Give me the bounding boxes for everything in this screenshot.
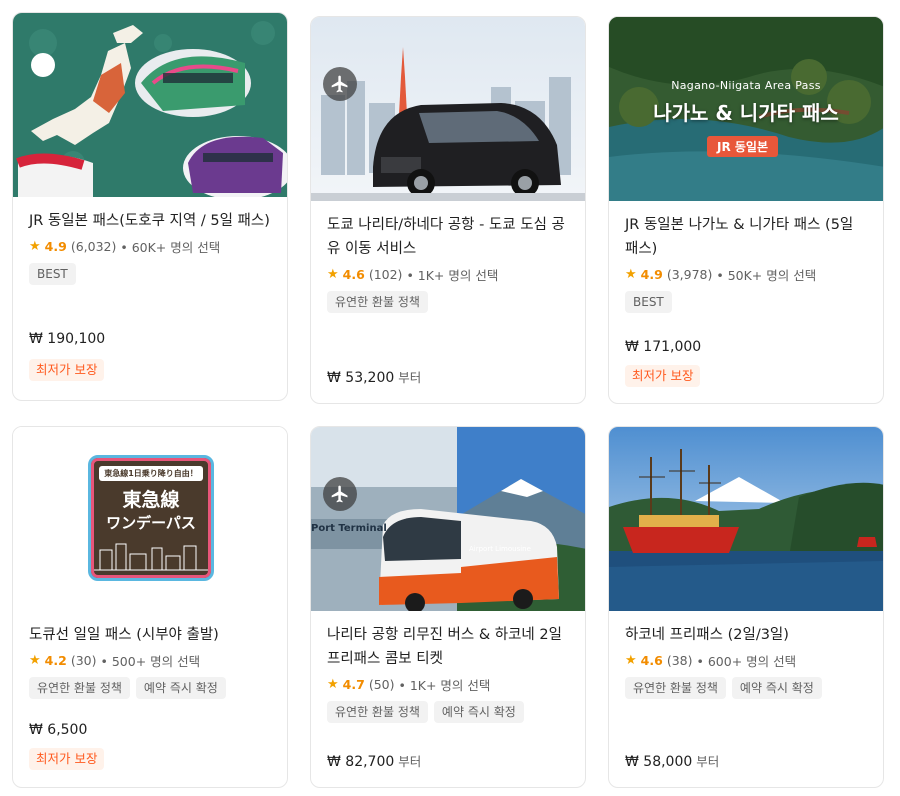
rating-score: 4.2 — [44, 653, 67, 668]
card-title[interactable]: JR 동일본 패스(도호쿠 지역 / 5일 패스) — [29, 209, 271, 233]
review-count: (38) — [666, 653, 693, 668]
card-image — [311, 17, 585, 201]
card-title[interactable]: 하코네 프리패스 (2일/3일) — [625, 623, 867, 647]
product-card-nagano-niigata-pass[interactable]: Nagano-Niigata Area Pass 나가노 & 니가타 패스 JR… — [608, 16, 884, 404]
bus-livery-text: Airport Limousine — [469, 545, 531, 553]
tag-list: BEST — [625, 291, 867, 313]
star-icon: ★ — [327, 267, 339, 282]
rating-row: ★ 4.7 (50) • 1K+ 명의 선택 — [327, 675, 569, 694]
logo-line2: ワンデーパス — [106, 514, 196, 532]
star-icon: ★ — [625, 653, 637, 668]
tag-best: BEST — [29, 263, 76, 285]
logo-banner: 東急線1日乗り降り自由！ — [99, 466, 203, 481]
tag-instant-confirm: 예약 즉시 확정 — [731, 677, 822, 699]
card-image — [609, 427, 883, 611]
jr-east-label: JR 동일본 — [707, 136, 779, 157]
tag-list: 유연한 환불 정책 예약 즉시 확정 — [327, 701, 569, 723]
card-title[interactable]: JR 동일본 나가노 & 니가타 패스 (5일 패스) — [625, 213, 867, 261]
rating-score: 4.6 — [342, 267, 365, 282]
tag-instant-confirm: 예약 즉시 확정 — [433, 701, 524, 723]
tag-list: 유연한 환불 정책 예약 즉시 확정 — [625, 677, 867, 699]
card-image — [13, 13, 287, 197]
price-value: ₩ 53,200 — [327, 370, 395, 386]
terminal-sign: Port Terminal — [311, 523, 387, 534]
tokyu-pass-logo: 東急線1日乗り降り自由！ 東急線 ワンデーパス — [88, 455, 214, 581]
review-count: (6,032) — [70, 239, 117, 254]
price-from-label: 부터 — [398, 370, 422, 385]
lowest-price-badge: 최저가 보장 — [29, 748, 105, 770]
card-image: Nagano-Niigata Area Pass 나가노 & 니가타 패스 JR… — [609, 17, 883, 201]
star-icon: ★ — [327, 677, 339, 692]
star-icon: ★ — [29, 239, 41, 254]
price: ₩ 190,100 — [29, 331, 105, 347]
rating-row: ★ 4.2 (30) • 500+ 명의 선택 — [29, 651, 271, 670]
airplane-icon — [323, 67, 357, 101]
card-title[interactable]: 도큐선 일일 패스 (시부야 출발) — [29, 623, 271, 647]
tag-flexible-refund: 유연한 환불 정책 — [625, 677, 726, 699]
airplane-icon — [323, 477, 357, 511]
price-from-label: 부터 — [398, 754, 422, 769]
card-title[interactable]: 나리타 공항 리무진 버스 & 하코네 2일 프리패스 콤보 티켓 — [327, 623, 569, 671]
card-image: Port Terminal Airport Limousine — [311, 427, 585, 611]
price-value: ₩ 6,500 — [29, 722, 88, 738]
tag-best: BEST — [625, 291, 672, 313]
booking-count: • 1K+ 명의 선택 — [406, 268, 499, 283]
lowest-price-badge: 최저가 보장 — [625, 365, 701, 387]
tag-list: 유연한 환불 정책 예약 즉시 확정 — [29, 677, 271, 699]
price-value: ₩ 190,100 — [29, 331, 106, 347]
review-count: (30) — [70, 653, 97, 668]
price: ₩ 53,200 부터 — [327, 367, 421, 386]
rating-score: 4.9 — [640, 267, 663, 282]
tag-flexible-refund: 유연한 환불 정책 — [29, 677, 130, 699]
rating-row: ★ 4.6 (102) • 1K+ 명의 선택 — [327, 265, 569, 284]
booking-count: • 50K+ 명의 선택 — [716, 268, 817, 283]
tag-flexible-refund: 유연한 환불 정책 — [327, 291, 428, 313]
review-count: (50) — [368, 677, 395, 692]
price-value: ₩ 82,700 — [327, 754, 395, 770]
price: ₩ 82,700 부터 — [327, 751, 421, 770]
rating-row: ★ 4.9 (6,032) • 60K+ 명의 선택 — [29, 237, 271, 256]
product-card-airport-shared-ride[interactable]: 도쿄 나리타/하네다 공항 - 도쿄 도심 공유 이동 서비스 ★ 4.6 (1… — [310, 16, 586, 404]
tag-list: 유연한 환불 정책 — [327, 291, 569, 313]
pass-headline: 나가노 & 니가타 패스 — [653, 101, 839, 125]
tag-flexible-refund: 유연한 환불 정책 — [327, 701, 428, 723]
price: ₩ 171,000 — [625, 339, 701, 355]
star-icon: ★ — [29, 653, 41, 668]
booking-count: • 1K+ 명의 선택 — [398, 678, 491, 693]
product-card-tokyu-one-day-pass[interactable]: 東急線1日乗り降り自由！ 東急線 ワンデーパス 도큐선 일일 패스 (시부야 출… — [12, 426, 288, 788]
pass-subtitle: Nagano-Niigata Area Pass — [671, 79, 821, 92]
tag-list: BEST — [29, 263, 271, 285]
rating-row: ★ 4.6 (38) • 600+ 명의 선택 — [625, 651, 867, 670]
booking-count: • 600+ 명의 선택 — [696, 654, 797, 669]
price-value: ₩ 171,000 — [625, 339, 702, 355]
booking-count: • 60K+ 명의 선택 — [120, 240, 221, 255]
logo-line1: 東急線 — [122, 489, 180, 511]
review-count: (3,978) — [666, 267, 713, 282]
price-value: ₩ 58,000 — [625, 754, 693, 770]
lowest-price-badge: 최저가 보장 — [29, 359, 105, 381]
rating-row: ★ 4.9 (3,978) • 50K+ 명의 선택 — [625, 265, 867, 284]
product-card-hakone-freepass[interactable]: 하코네 프리패스 (2일/3일) ★ 4.6 (38) • 600+ 명의 선택… — [608, 426, 884, 788]
review-count: (102) — [368, 267, 403, 282]
booking-count: • 500+ 명의 선택 — [100, 654, 201, 669]
star-icon: ★ — [625, 267, 637, 282]
rating-score: 4.9 — [44, 239, 67, 254]
tag-instant-confirm: 예약 즉시 확정 — [135, 677, 226, 699]
product-card-limousine-hakone-combo[interactable]: Port Terminal Airport Limousine 나리타 공항 리… — [310, 426, 586, 788]
price: ₩ 58,000 부터 — [625, 751, 719, 770]
rating-score: 4.7 — [342, 677, 365, 692]
price: ₩ 6,500 — [29, 722, 87, 738]
rating-score: 4.6 — [640, 653, 663, 668]
price-from-label: 부터 — [696, 754, 720, 769]
card-title[interactable]: 도쿄 나리타/하네다 공항 - 도쿄 도심 공유 이동 서비스 — [327, 213, 569, 261]
card-image: 東急線1日乗り降り自由！ 東急線 ワンデーパス — [13, 427, 287, 611]
product-card-jr-east-tohoku[interactable]: JR 동일본 패스(도호쿠 지역 / 5일 패스) ★ 4.9 (6,032) … — [12, 12, 288, 401]
